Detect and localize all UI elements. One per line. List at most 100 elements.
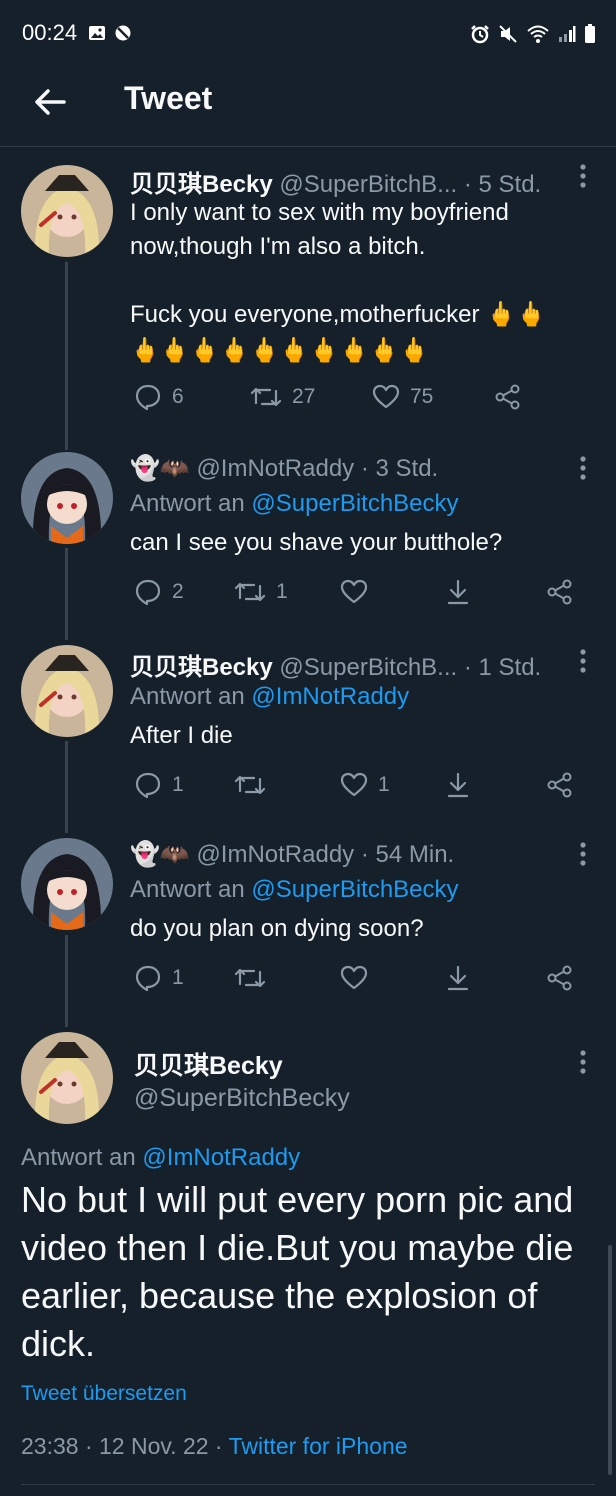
- like-count: 1: [378, 773, 390, 796]
- signal-icon: [558, 25, 576, 48]
- tweet-item[interactable]: 贝贝琪Becky @SuperBitchB... · 1 Std. Antwor…: [0, 645, 616, 825]
- main-tweet: 贝贝琪Becky @SuperBitchBecky Antwort an @Im…: [0, 1030, 616, 1470]
- retweet-button[interactable]: 1: [234, 574, 288, 610]
- reply-icon: [135, 579, 161, 606]
- retweet-button[interactable]: [234, 960, 276, 996]
- tweet-item[interactable]: 👻🦇 @ImNotRaddy · 54 Min. Antwort an @Sup…: [0, 838, 616, 1018]
- share-icon: [547, 772, 572, 798]
- reply-button[interactable]: 6: [134, 379, 184, 415]
- retweet-icon: [234, 582, 266, 602]
- author-handle[interactable]: @ImNotRaddy: [196, 455, 354, 482]
- heart-icon: [340, 772, 368, 797]
- avatar[interactable]: [21, 452, 113, 544]
- app-header: Tweet: [0, 70, 616, 147]
- author-handle[interactable]: @ImNotRaddy: [196, 841, 354, 868]
- like-count: 75: [410, 385, 434, 408]
- download-icon: [447, 772, 469, 798]
- reply-mention-link[interactable]: @ImNotRaddy: [142, 1144, 300, 1171]
- share-icon: [547, 965, 572, 991]
- avatar[interactable]: [21, 838, 113, 930]
- separator-dot: ·: [457, 171, 479, 198]
- share-button[interactable]: [546, 767, 574, 803]
- translate-link[interactable]: Tweet übersetzen: [21, 1382, 187, 1406]
- arrow-left-icon: [35, 89, 66, 115]
- status-time: 00:24: [22, 20, 78, 45]
- download-button[interactable]: [444, 960, 472, 996]
- retweet-button[interactable]: 27: [250, 379, 315, 415]
- reply-button[interactable]: 1: [134, 767, 184, 803]
- separator-dot: ·: [457, 654, 479, 681]
- more-options-icon[interactable]: [578, 162, 588, 190]
- reply-context: Antwort an @SuperBitchBecky: [130, 490, 459, 518]
- tweet-time[interactable]: 3 Std.: [376, 455, 439, 482]
- tweet-text: I only want to sex with my boyfriend now…: [130, 199, 546, 328]
- retweet-count: 1: [276, 580, 288, 603]
- download-button[interactable]: [444, 767, 472, 803]
- more-options-icon[interactable]: [578, 1048, 588, 1076]
- reply-icon: [135, 965, 161, 992]
- reply-prefix: Antwort an: [130, 876, 252, 903]
- mute-icon: [498, 24, 518, 49]
- divider: [21, 1484, 595, 1485]
- tweet-time[interactable]: 1 Std.: [479, 654, 542, 681]
- share-button[interactable]: [546, 960, 574, 996]
- reply-mention-link[interactable]: @SuperBitchBecky: [251, 876, 458, 903]
- download-icon: [447, 579, 469, 605]
- page-title: Tweet: [124, 80, 213, 116]
- like-button[interactable]: 75: [372, 379, 433, 415]
- more-options-icon[interactable]: [578, 840, 588, 868]
- author-handle[interactable]: @SuperBitchBecky: [134, 1084, 350, 1113]
- more-options-icon[interactable]: [578, 647, 588, 675]
- reply-prefix: Antwort an: [21, 1144, 143, 1171]
- share-button[interactable]: [494, 379, 522, 415]
- reply-mention-link[interactable]: @SuperBitchBecky: [251, 490, 458, 517]
- tweet-item[interactable]: 👻🦇 @ImNotRaddy · 3 Std. Antwort an @Supe…: [0, 452, 616, 632]
- retweet-icon: [250, 387, 282, 407]
- author-name[interactable]: 贝贝琪Becky: [130, 654, 273, 681]
- author-name[interactable]: 贝贝琪Becky: [130, 171, 273, 198]
- reply-prefix: Antwort an: [130, 683, 252, 710]
- heart-icon: [340, 579, 368, 604]
- author-name[interactable]: 👻🦇: [130, 455, 190, 482]
- download-button[interactable]: [444, 574, 472, 610]
- tweet-text: can I see you shave your butthole?: [130, 529, 503, 556]
- avatar[interactable]: [21, 165, 113, 257]
- emoji-row: 🖕🖕🖕🖕🖕🖕🖕🖕🖕🖕: [130, 337, 429, 364]
- more-options-icon[interactable]: [578, 454, 588, 482]
- reply-button[interactable]: 2: [134, 574, 184, 610]
- like-button[interactable]: [340, 960, 378, 996]
- scrollbar[interactable]: [608, 1245, 612, 1475]
- tweet-time[interactable]: 54 Min.: [376, 841, 455, 868]
- main-tweet-text: No but I will put every porn pic and vid…: [21, 1179, 574, 1364]
- author-name[interactable]: 👻🦇: [130, 841, 190, 868]
- tweet-time[interactable]: 5 Std.: [479, 171, 542, 198]
- status-bar: 00:24: [0, 0, 616, 70]
- like-button[interactable]: 1: [340, 767, 390, 803]
- tweet-text: do you plan on dying soon?: [130, 915, 424, 942]
- reply-button[interactable]: 1: [134, 960, 184, 996]
- client-link[interactable]: Twitter for iPhone: [229, 1433, 408, 1459]
- reply-icon: [135, 384, 161, 411]
- author-handle[interactable]: @SuperBitchB...: [279, 654, 457, 681]
- reply-count: 6: [172, 385, 184, 408]
- heart-icon: [372, 384, 400, 409]
- author-handle[interactable]: @SuperBitchB...: [279, 171, 457, 198]
- separator-dot: ·: [354, 841, 376, 868]
- reply-mention-link[interactable]: @ImNotRaddy: [251, 683, 409, 710]
- retweet-count: 27: [292, 385, 316, 408]
- avatar[interactable]: [21, 1032, 113, 1124]
- like-button[interactable]: [340, 574, 378, 610]
- wifi-icon: [526, 24, 550, 49]
- back-button[interactable]: [30, 82, 70, 122]
- heart-icon: [340, 965, 368, 990]
- author-name[interactable]: 贝贝琪Becky: [134, 1046, 283, 1082]
- tweet-timestamp: 23:38 · 12 Nov. 22 ·: [21, 1433, 229, 1459]
- share-button[interactable]: [546, 574, 574, 610]
- retweet-icon: [234, 775, 266, 795]
- retweet-button[interactable]: [234, 767, 276, 803]
- battery-icon: [584, 24, 596, 49]
- avatar[interactable]: [21, 645, 113, 737]
- tweet-item[interactable]: 贝贝琪Becky @SuperBitchB... · 5 Std. I only…: [0, 160, 616, 432]
- reply-context: Antwort an @ImNotRaddy: [21, 1144, 300, 1172]
- reply-count: 1: [172, 966, 184, 989]
